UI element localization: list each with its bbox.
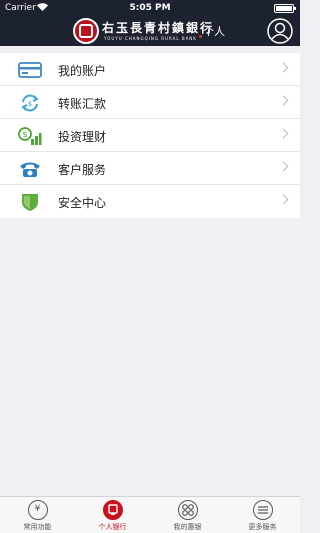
menu-item-label: 安全中心	[58, 196, 107, 210]
tab-label: 更多服务	[248, 523, 277, 531]
menu-item-customer-service[interactable]: 客户服务	[0, 152, 300, 185]
menu-item-security-center[interactable]: 安全中心	[0, 185, 300, 218]
battery-icon	[274, 4, 296, 13]
bank-logo-icon	[73, 18, 99, 44]
shield-icon	[22, 194, 38, 211]
separator-dot	[199, 35, 202, 38]
account-card-icon	[18, 62, 42, 78]
menu-item-label: 转账汇款	[58, 97, 107, 111]
battery-level	[276, 6, 292, 11]
section-title: 个人	[203, 25, 225, 38]
bottom-tab-bar: ¥ 常用功能 个人银行 我的惠银 更多服务	[0, 496, 300, 533]
chevron-right-icon	[278, 161, 289, 172]
menu-list: 我的账户 $ 转账汇款 $ 投资理财 客户服务 安全中心	[0, 53, 300, 218]
tab-common-functions[interactable]: ¥ 常用功能	[0, 497, 75, 533]
svg-text:$: $	[28, 100, 32, 108]
chevron-right-icon	[278, 62, 289, 73]
tab-label: 个人银行	[98, 523, 127, 531]
menu-item-label: 客户服务	[58, 163, 107, 177]
personal-bank-icon	[102, 500, 123, 520]
tab-personal-banking[interactable]: 个人银行	[75, 497, 150, 533]
user-circle-icon[interactable]	[266, 17, 294, 45]
tab-more-services[interactable]: 更多服务	[225, 497, 300, 533]
menu-item-investment[interactable]: $ 投资理财	[0, 119, 300, 152]
chevron-right-icon	[278, 95, 289, 106]
bank-name-english: YOUYU CHANGQING RURAL BANK	[104, 36, 197, 41]
menu-item-label: 投资理财	[58, 130, 107, 144]
menu-item-my-account[interactable]: 我的账户	[0, 53, 300, 86]
yen-icon: ¥	[27, 500, 48, 520]
header-bar: 右玉長青村鎮銀行 YOUYU CHANGQING RURAL BANK 个人	[0, 16, 300, 46]
chevron-right-icon	[278, 128, 289, 139]
grid-icon	[177, 500, 198, 520]
bank-name: 右玉長青村鎮銀行	[102, 21, 215, 35]
tab-my-benefits[interactable]: 我的惠银	[150, 497, 225, 533]
chevron-right-icon	[278, 194, 289, 205]
tab-label: 我的惠银	[173, 523, 202, 531]
status-bar: Carrier 5:05 PM	[0, 0, 300, 16]
tab-label: 常用功能	[23, 523, 52, 531]
investment-icon: $	[18, 127, 42, 145]
svg-text:$: $	[22, 130, 27, 139]
menu-item-label: 我的账户	[58, 64, 107, 78]
status-time: 5:05 PM	[129, 3, 171, 13]
menu-lines-icon	[252, 500, 273, 520]
telephone-icon	[20, 162, 40, 177]
transfer-icon: $	[21, 94, 39, 112]
menu-item-transfer[interactable]: $ 转账汇款	[0, 86, 300, 119]
